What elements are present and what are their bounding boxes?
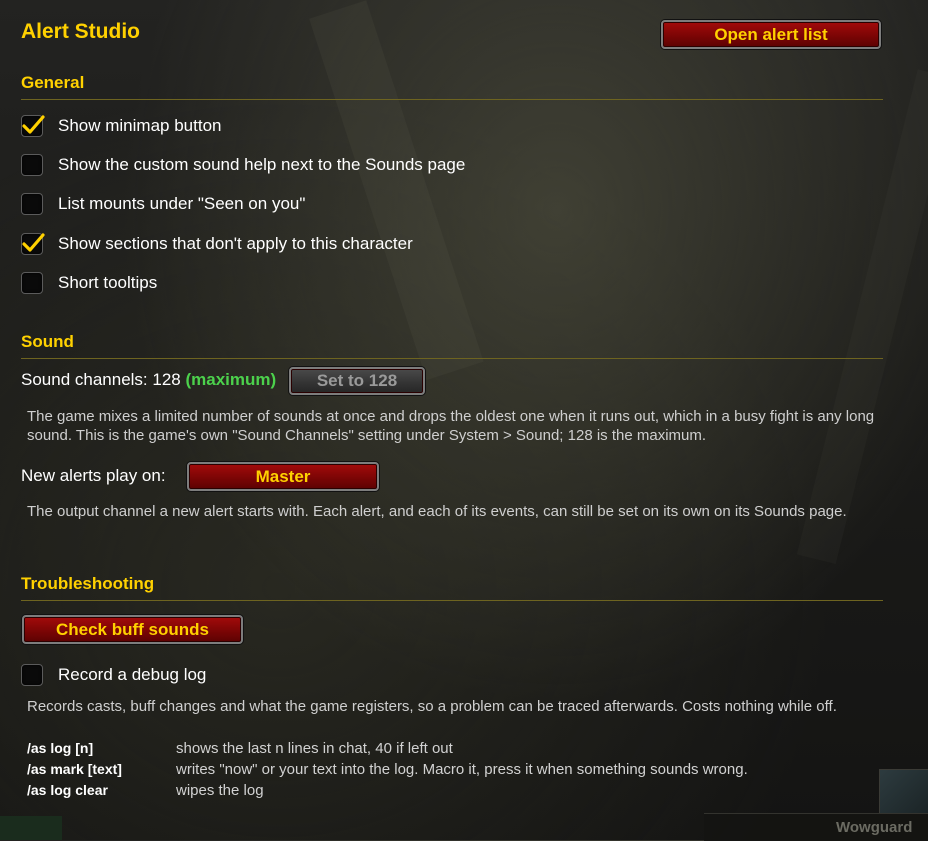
command-row: /as log clear wipes the log — [27, 780, 748, 801]
command-description: shows the last n lines in chat, 40 if le… — [176, 740, 453, 757]
set-to-128-button[interactable]: Set to 128 — [289, 367, 425, 395]
checkbox[interactable] — [21, 154, 43, 176]
new-alerts-label: New alerts play on: — [21, 466, 166, 485]
command-list: /as log [n] shows the last n lines in ch… — [27, 738, 748, 801]
command-name: /as mark [text] — [27, 761, 122, 777]
open-alert-list-button[interactable]: Open alert list — [661, 20, 881, 49]
section-divider — [21, 600, 883, 601]
checkmark-icon — [22, 233, 45, 252]
command-name: /as log [n] — [27, 740, 94, 756]
option-custom-sound-help[interactable]: Show the custom sound help next to the S… — [21, 153, 465, 177]
new-alerts-description: The output channel a new alert starts wi… — [27, 503, 847, 520]
option-label: Record a debug log — [58, 665, 207, 684]
option-show-non-applicable-sections[interactable]: Show sections that don't apply to this c… — [21, 232, 413, 256]
checkbox[interactable] — [21, 193, 43, 215]
command-row: /as mark [text] writes "now" or your tex… — [27, 759, 748, 780]
command-name: /as log clear — [27, 782, 108, 798]
section-divider — [21, 99, 883, 100]
command-description: writes "now" or your text into the log. … — [176, 761, 748, 778]
option-show-minimap-button[interactable]: Show minimap button — [21, 114, 221, 138]
debug-log-description: Records casts, buff changes and what the… — [27, 698, 837, 715]
option-label: Short tooltips — [58, 273, 158, 292]
option-list-mounts[interactable]: List mounts under "Seen on you" — [21, 192, 305, 216]
command-row: /as log [n] shows the last n lines in ch… — [27, 738, 748, 759]
checkbox[interactable] — [21, 272, 43, 294]
sound-channels-row: Sound channels: 128 (maximum) — [21, 370, 276, 390]
section-divider — [21, 358, 883, 359]
section-troubleshooting-title: Troubleshooting — [21, 574, 155, 593]
option-label: Show sections that don't apply to this c… — [58, 234, 413, 253]
option-label: List mounts under "Seen on you" — [58, 194, 306, 213]
background-portrait — [879, 769, 928, 813]
sound-channels-status: (maximum) — [185, 370, 277, 389]
command-description: wipes the log — [176, 782, 264, 799]
check-buff-sounds-button[interactable]: Check buff sounds — [22, 615, 243, 644]
sound-channels-label: Sound channels: 128 — [21, 370, 181, 389]
option-short-tooltips[interactable]: Short tooltips — [21, 271, 157, 295]
option-record-debug-log[interactable]: Record a debug log — [21, 663, 206, 687]
option-label: Show the custom sound help next to the S… — [58, 155, 466, 174]
background-art — [309, 0, 731, 381]
checkbox[interactable] — [21, 664, 43, 686]
background-label: Wowguard — [836, 819, 913, 836]
checkbox[interactable] — [21, 115, 45, 137]
checkmark-icon — [22, 115, 45, 134]
section-general-title: General — [21, 73, 85, 92]
option-label: Show minimap button — [58, 116, 222, 135]
checkbox[interactable] — [21, 233, 45, 255]
page-title: Alert Studio — [21, 20, 140, 43]
background-ui-fragment — [0, 816, 62, 840]
sound-channels-description: The game mixes a limited number of sound… — [27, 408, 875, 444]
output-channel-dropdown[interactable]: Master — [187, 462, 379, 491]
section-sound-title: Sound — [21, 332, 74, 351]
